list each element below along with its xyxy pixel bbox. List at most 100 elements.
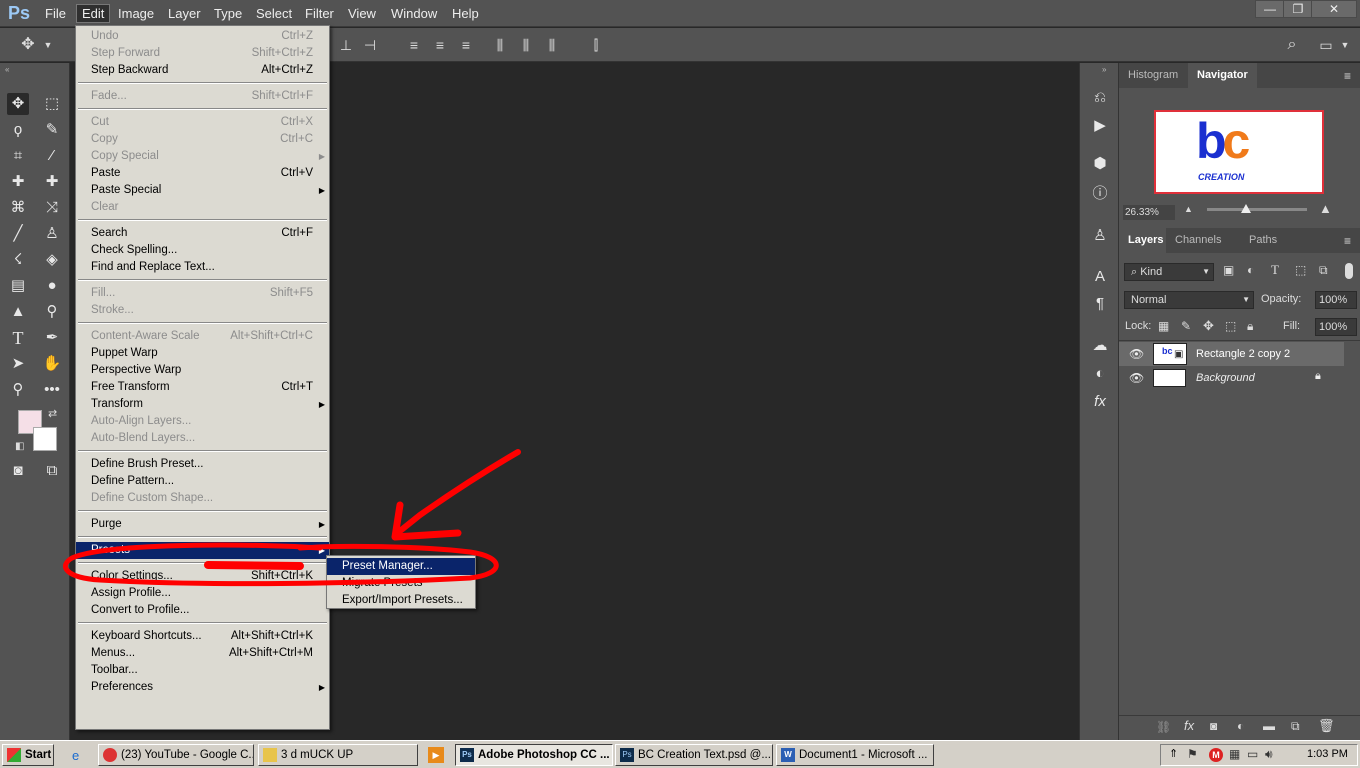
- menu-item-define-brush-preset[interactable]: Define Brush Preset...: [76, 456, 329, 473]
- ie-icon[interactable]: e: [72, 748, 79, 763]
- workspace-icon[interactable]: ▭: [1318, 37, 1334, 53]
- new-group-icon[interactable]: ▬: [1263, 719, 1275, 733]
- styles-fx-icon[interactable]: fx: [1089, 391, 1111, 413]
- network-icon[interactable]: ▦: [1229, 747, 1240, 761]
- tray-arrow-icon[interactable]: ⇑: [1169, 747, 1178, 760]
- content-aware-tool-icon[interactable]: ⌘: [7, 197, 29, 219]
- adjustment-layer-icon[interactable]: ◐: [1237, 719, 1244, 733]
- media-player-icon[interactable]: ▶: [428, 747, 444, 763]
- layer-fx-icon[interactable]: fx: [1184, 718, 1194, 733]
- recompose-tool-icon[interactable]: ⤨: [41, 197, 63, 219]
- filter-type-icon[interactable]: T: [1271, 262, 1279, 278]
- new-layer-icon[interactable]: ⧉: [1291, 719, 1300, 734]
- export-import-presets-item[interactable]: Export/Import Presets...: [327, 592, 475, 609]
- menu-item-search[interactable]: Search Ctrl+F: [76, 225, 329, 242]
- menu-item-free-transform[interactable]: Free Transform Ctrl+T: [76, 379, 329, 396]
- quick-mask-icon[interactable]: ◙: [7, 460, 29, 482]
- menu-item-perspective-warp[interactable]: Perspective Warp: [76, 362, 329, 379]
- history-brush-tool-icon[interactable]: ☇: [7, 249, 29, 271]
- marquee-tool-icon[interactable]: ⬚: [41, 93, 63, 115]
- menu-image[interactable]: Image: [113, 5, 159, 22]
- menu-item-puppet-warp[interactable]: Puppet Warp: [76, 345, 329, 362]
- healing-brush-tool-icon[interactable]: ✚: [7, 171, 29, 193]
- layers-menu-icon[interactable]: ≡: [1344, 234, 1351, 248]
- character-icon[interactable]: A: [1089, 266, 1111, 288]
- tab-histogram[interactable]: Histogram: [1119, 63, 1188, 88]
- taskbar-word[interactable]: W Document1 - Microsoft ...: [776, 744, 934, 766]
- lock-all-icon[interactable]: 🔒︎: [1247, 319, 1253, 334]
- menu-view[interactable]: View: [343, 5, 381, 22]
- clone-source-icon[interactable]: ♙: [1089, 225, 1111, 247]
- start-button[interactable]: Start: [2, 744, 54, 766]
- add-mask-icon[interactable]: ◙: [1210, 719, 1217, 733]
- menu-file[interactable]: File: [40, 5, 71, 22]
- lock-paint-icon[interactable]: ✎: [1181, 319, 1191, 333]
- tab-navigator[interactable]: Navigator: [1188, 63, 1257, 88]
- taskbar-youtube[interactable]: (23) YouTube - Google C...: [98, 744, 254, 766]
- lock-artboard-icon[interactable]: ⬚: [1225, 319, 1236, 333]
- zoom-slider-track[interactable]: [1207, 208, 1307, 211]
- brush-tool-icon[interactable]: ╱: [7, 223, 29, 245]
- menu-edit[interactable]: Edit: [76, 4, 111, 23]
- distribute-top-icon[interactable]: ≡: [406, 37, 422, 53]
- layer-row-background[interactable]: 👁︎ Background 🔒︎: [1119, 366, 1344, 390]
- menu-item-preferences[interactable]: Preferences ▶: [76, 679, 329, 696]
- menu-item-keyboard-shortcuts[interactable]: Keyboard Shortcuts... Alt+Shift+Ctrl+K: [76, 628, 329, 645]
- crop-tool-icon[interactable]: ⌗: [7, 145, 29, 167]
- lock-pixels-icon[interactable]: ▦: [1158, 319, 1169, 333]
- search-icon[interactable]: ⌕: [1284, 37, 1300, 53]
- adjustments-icon[interactable]: ◐: [1089, 363, 1111, 385]
- menu-item-transform[interactable]: Transform ▶: [76, 396, 329, 413]
- type-tool-icon[interactable]: T: [7, 327, 29, 349]
- restore-button[interactable]: ❐: [1283, 0, 1313, 18]
- menu-item-find-and-replace-text[interactable]: Find and Replace Text...: [76, 259, 329, 276]
- hand-tool-icon[interactable]: ✋: [41, 353, 63, 375]
- taskbar-folder[interactable]: 3 d mUCK UP: [258, 744, 418, 766]
- more-tools-icon[interactable]: •••: [41, 379, 63, 401]
- visibility-eye-icon[interactable]: 👁︎: [1129, 347, 1144, 361]
- navigator-thumbnail[interactable]: bc CREATION: [1154, 110, 1324, 194]
- antivirus-icon[interactable]: M: [1209, 748, 1223, 762]
- bandaid-tool-icon[interactable]: ✚: [41, 171, 63, 193]
- align-right-icon[interactable]: ⊣: [362, 37, 378, 53]
- gradient-tool-icon[interactable]: ▤: [7, 275, 29, 297]
- menu-item-toolbar[interactable]: Toolbar...: [76, 662, 329, 679]
- fill-field[interactable]: 100%: [1315, 318, 1357, 336]
- background-color-swatch[interactable]: [33, 427, 57, 451]
- blend-mode-select[interactable]: Normal ▼: [1124, 291, 1254, 309]
- align-bottom-icon[interactable]: ⊥: [338, 37, 354, 53]
- zoom-out-icon[interactable]: ▲: [1184, 204, 1193, 214]
- menu-select[interactable]: Select: [251, 5, 297, 22]
- close-button[interactable]: ✕: [1311, 0, 1357, 18]
- dodge-tool-icon[interactable]: ⚲: [41, 301, 63, 323]
- menu-item-check-spelling[interactable]: Check Spelling...: [76, 242, 329, 259]
- paragraph-icon[interactable]: ¶: [1089, 293, 1111, 315]
- menu-item-assign-profile[interactable]: Assign Profile...: [76, 585, 329, 602]
- move-tool-icon[interactable]: ✥: [20, 37, 36, 53]
- menu-item-paste-special[interactable]: Paste Special ▶: [76, 182, 329, 199]
- minimize-button[interactable]: —: [1255, 0, 1285, 18]
- menu-item-step-backward[interactable]: Step Backward Alt+Ctrl+Z: [76, 62, 329, 79]
- chevron-down-icon[interactable]: ▼: [40, 37, 56, 53]
- filter-pixel-icon[interactable]: ▣: [1223, 263, 1234, 277]
- eyedropper-tool-icon[interactable]: ⁄: [41, 145, 63, 167]
- distribute-hcenter-icon[interactable]: ⫼: [518, 37, 534, 53]
- menu-help[interactable]: Help: [447, 5, 484, 22]
- sharpen-tool-icon[interactable]: ▲: [7, 301, 29, 323]
- history-icon[interactable]: ⎌: [1089, 87, 1111, 109]
- swap-colors-icon[interactable]: ⇄: [48, 407, 57, 420]
- tab-paths[interactable]: Paths: [1240, 228, 1287, 253]
- volume-icon[interactable]: 🔊︎: [1265, 747, 1273, 762]
- path-selection-tool-icon[interactable]: ➤: [7, 353, 29, 375]
- auto-align-icon[interactable]: ⫿: [588, 37, 604, 53]
- menu-item-menus[interactable]: Menus... Alt+Shift+Ctrl+M: [76, 645, 329, 662]
- link-layers-icon[interactable]: ⛓: [1156, 720, 1171, 734]
- stamp-tool-icon[interactable]: ♙: [41, 223, 63, 245]
- actions-play-icon[interactable]: ▶: [1089, 115, 1111, 137]
- taskbar-photoshop[interactable]: Ps Adobe Photoshop CC ...: [455, 744, 613, 766]
- menu-item-color-settings[interactable]: Color Settings... Shift+Ctrl+K: [76, 568, 329, 585]
- monitor-icon[interactable]: ▭: [1247, 747, 1258, 761]
- filter-toggle[interactable]: [1345, 263, 1353, 279]
- default-colors-icon[interactable]: ◧: [15, 441, 24, 452]
- distribute-vcenter-icon[interactable]: ≡: [432, 37, 448, 53]
